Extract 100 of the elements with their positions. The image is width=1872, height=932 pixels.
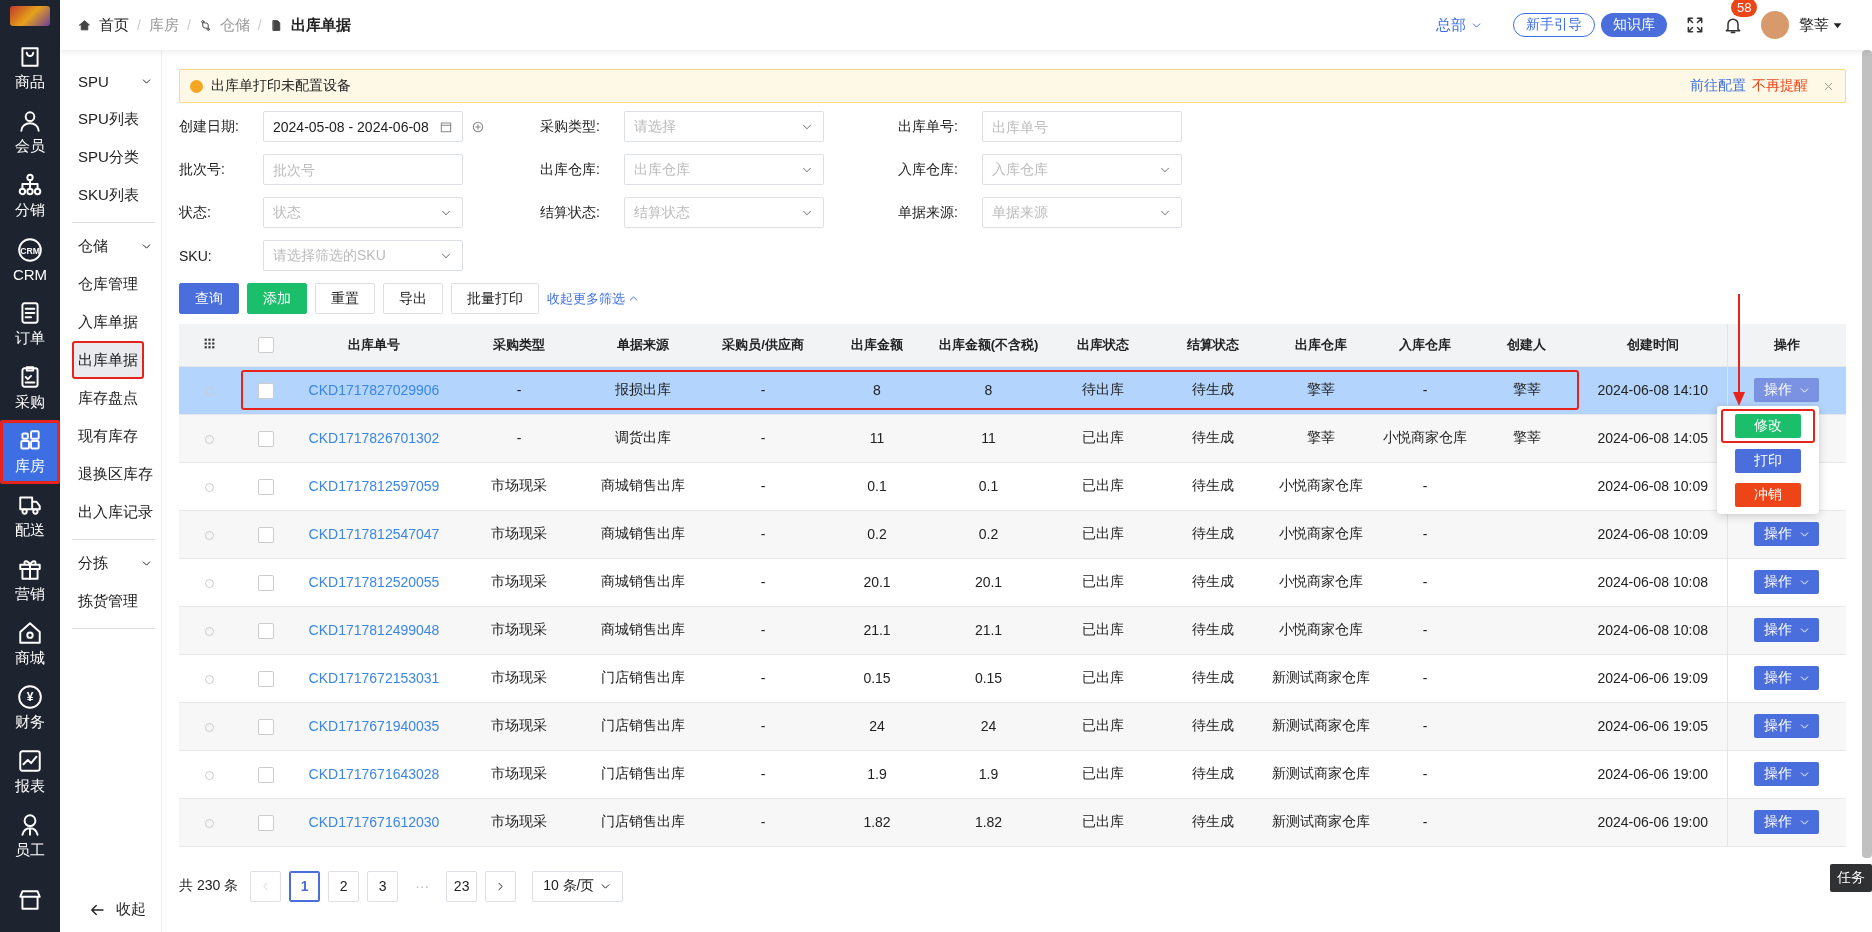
action-dropdown-button[interactable]: 操作 bbox=[1754, 762, 1820, 786]
action-dropdown-button[interactable]: 操作 bbox=[1754, 570, 1820, 594]
action-button[interactable]: 导出 bbox=[383, 283, 443, 314]
breadcrumb-link[interactable]: 首页 bbox=[99, 15, 129, 35]
menu-group[interactable]: SPU bbox=[72, 62, 155, 100]
order-link[interactable]: CKD1717812520055 bbox=[308, 574, 440, 590]
table-row[interactable]: CKD1717671643028 市场现采 门店销售出库 - 1.9 1.9 已出库 待生成 新测试商家仓库 - 2024-06-06 19:00 操作 bbox=[179, 750, 1846, 798]
nav-item[interactable]: 商城 bbox=[0, 612, 60, 676]
row-checkbox[interactable] bbox=[258, 430, 274, 447]
row-checkbox[interactable] bbox=[258, 382, 274, 399]
input-field[interactable]: 批次号 bbox=[263, 154, 463, 185]
sidebar-item[interactable]: SPU分类 bbox=[72, 138, 145, 176]
collapse-filters-link[interactable]: 收起更多筛选 bbox=[547, 289, 640, 308]
sidebar-item[interactable]: 拣货管理 bbox=[72, 582, 144, 620]
sidebar-item[interactable]: 库存盘点 bbox=[72, 379, 144, 417]
row-checkbox[interactable] bbox=[258, 574, 274, 591]
sidebar-item[interactable]: 现有库存 bbox=[72, 417, 144, 455]
page-button[interactable]: 1 bbox=[289, 870, 321, 902]
nav-item[interactable]: 配送 bbox=[0, 484, 60, 548]
action-dropdown-button[interactable]: 操作 bbox=[1754, 618, 1820, 642]
table-cell: 小悦商家仓库 bbox=[1279, 477, 1363, 493]
crm-icon: CRM bbox=[17, 237, 43, 263]
dismiss-link[interactable]: 不再提醒 bbox=[1752, 77, 1808, 95]
row-checkbox[interactable] bbox=[258, 670, 274, 687]
table-cell: 1.9 bbox=[978, 766, 999, 782]
row-checkbox[interactable] bbox=[258, 718, 274, 735]
order-link[interactable]: CKD1717672153031 bbox=[308, 670, 440, 686]
scrollbar[interactable] bbox=[1862, 50, 1872, 858]
page-button[interactable]: 2 bbox=[328, 870, 360, 902]
table-cell: 新测试商家仓库 bbox=[1272, 717, 1370, 733]
column-header: 出库仓库 bbox=[1295, 336, 1347, 352]
table-cell: 11 bbox=[981, 430, 996, 446]
action-button[interactable]: 批量打印 bbox=[451, 283, 539, 314]
page-button[interactable]: 23 bbox=[446, 870, 478, 902]
menu-item[interactable]: 打印 bbox=[1735, 449, 1801, 473]
column-header: 创建人 bbox=[1507, 336, 1546, 352]
action-dropdown-button[interactable]: 操作 bbox=[1754, 522, 1820, 546]
breadcrumb-link[interactable]: 出库单据 bbox=[290, 15, 351, 35]
table-cell: 待生成 bbox=[1192, 813, 1234, 829]
nav-item[interactable]: 采购 bbox=[0, 356, 60, 420]
input-field[interactable]: 出库单号 bbox=[982, 111, 1182, 142]
user-menu[interactable]: 擎莘 bbox=[1793, 14, 1850, 36]
nav-item[interactable]: 分销 bbox=[0, 164, 60, 228]
table-row[interactable]: CKD1717827029906 - 报损出库 - 8 8 待出库 待生成 擎莘 - 擎莘 2024-06-08 14:10 操作 bbox=[179, 366, 1846, 414]
table-row[interactable]: CKD1717671612030 市场现采 门店销售出库 - 1.82 1.82 已出库 待生成 新测试商家仓库 - 2024-06-06 19:00 操作 bbox=[179, 798, 1846, 846]
sidebar-item[interactable]: 出入库记录 bbox=[72, 493, 159, 531]
field-label: 创建日期: bbox=[179, 117, 240, 136]
knowledge-base-button[interactable]: 知识库 bbox=[1601, 13, 1667, 37]
table-row[interactable]: CKD1717812499048 市场现采 商城销售出库 - 21.1 21.1 已出库 待生成 小悦商家仓库 - 2024-06-08 10:08 操作 bbox=[179, 606, 1846, 654]
action-button[interactable]: 查询 bbox=[179, 283, 239, 314]
guide-button[interactable]: 新手引导 bbox=[1513, 13, 1595, 37]
sidebar-item[interactable]: 出库单据 bbox=[72, 341, 144, 379]
row-checkbox[interactable] bbox=[258, 814, 274, 831]
table-cell: 商城销售出库 bbox=[601, 573, 685, 589]
table-row[interactable]: CKD1717671940035 市场现采 门店销售出库 - 24 24 已出库 待生成 新测试商家仓库 - 2024-06-06 19:05 操作 bbox=[179, 702, 1846, 750]
org-switcher[interactable]: 总部 bbox=[1430, 14, 1489, 36]
nav-item[interactable]: ¥ 财务 bbox=[0, 676, 60, 740]
next-page-button[interactable] bbox=[485, 870, 517, 902]
table-row[interactable]: CKD1717672153031 市场现采 门店销售出库 - 0.15 0.15 已出库 待生成 新测试商家仓库 - 2024-06-06 19:09 操作 bbox=[179, 654, 1846, 702]
nav-item[interactable]: 营销 bbox=[0, 548, 60, 612]
action-dropdown-button[interactable]: 操作 bbox=[1754, 666, 1820, 690]
table-cell: 门店销售出库 bbox=[601, 669, 685, 685]
sidebar-item[interactable]: 仓库管理 bbox=[72, 265, 144, 303]
sidebar-item[interactable]: SPU列表 bbox=[72, 100, 145, 138]
action-dropdown-button[interactable]: 操作 bbox=[1754, 714, 1820, 738]
table-cell: 0.2 bbox=[978, 526, 999, 542]
table-cell: 市场现采 bbox=[491, 477, 547, 493]
action-dropdown-button[interactable]: 操作 bbox=[1754, 810, 1820, 834]
row-checkbox[interactable] bbox=[258, 526, 274, 543]
nav-item[interactable]: 会员 bbox=[0, 100, 60, 164]
logo bbox=[10, 6, 50, 26]
nav-item[interactable]: CRM CRM bbox=[0, 228, 60, 292]
menu-group[interactable]: 仓储 bbox=[72, 227, 155, 265]
row-checkbox[interactable] bbox=[258, 478, 274, 495]
table-row[interactable]: CKD1717812547047 市场现采 商城销售出库 - 0.2 0.2 已出库 待生成 小悦商家仓库 - 2024-06-08 10:09 操作 bbox=[179, 510, 1846, 558]
table-cell: 新测试商家仓库 bbox=[1272, 669, 1370, 685]
date-range-field[interactable]: 2024-05-08 - 2024-06-08 bbox=[263, 111, 463, 142]
menu-group[interactable]: 分拣 bbox=[72, 544, 155, 582]
menu-item[interactable]: 冲销 bbox=[1735, 483, 1801, 507]
sidebar-item[interactable]: 入库单据 bbox=[72, 303, 144, 341]
sidebar-item[interactable]: 退换区库存 bbox=[72, 455, 159, 493]
nav-item[interactable]: 商品 bbox=[0, 36, 60, 100]
nav-item[interactable]: 订单 bbox=[0, 292, 60, 356]
house-icon bbox=[17, 620, 43, 646]
nav-item[interactable]: 报表 bbox=[0, 740, 60, 804]
row-checkbox[interactable] bbox=[258, 766, 274, 783]
nav-item[interactable]: 库房 bbox=[0, 420, 60, 484]
sidebar-item[interactable]: SKU列表 bbox=[72, 176, 145, 214]
configure-link[interactable]: 前往配置 bbox=[1690, 77, 1746, 95]
table-row[interactable]: CKD1717812520055 市场现采 商城销售出库 - 20.1 20.1 已出库 待生成 小悦商家仓库 - 2024-06-08 10:08 操作 bbox=[179, 558, 1846, 606]
order-link[interactable]: CKD1717671643028 bbox=[308, 766, 440, 782]
page-button[interactable]: 3 bbox=[367, 870, 399, 902]
order-link[interactable]: CKD1717812597059 bbox=[308, 478, 440, 494]
row-checkbox[interactable] bbox=[258, 622, 274, 639]
nav-item[interactable]: 员工 bbox=[0, 804, 60, 868]
action-button[interactable]: 重置 bbox=[315, 283, 375, 314]
collapse-button[interactable]: 收起 bbox=[82, 899, 161, 920]
table-cell: 市场现采 bbox=[491, 669, 547, 685]
header-checkbox[interactable] bbox=[258, 337, 274, 354]
page-size-select[interactable]: 10 条/页 bbox=[532, 870, 623, 902]
